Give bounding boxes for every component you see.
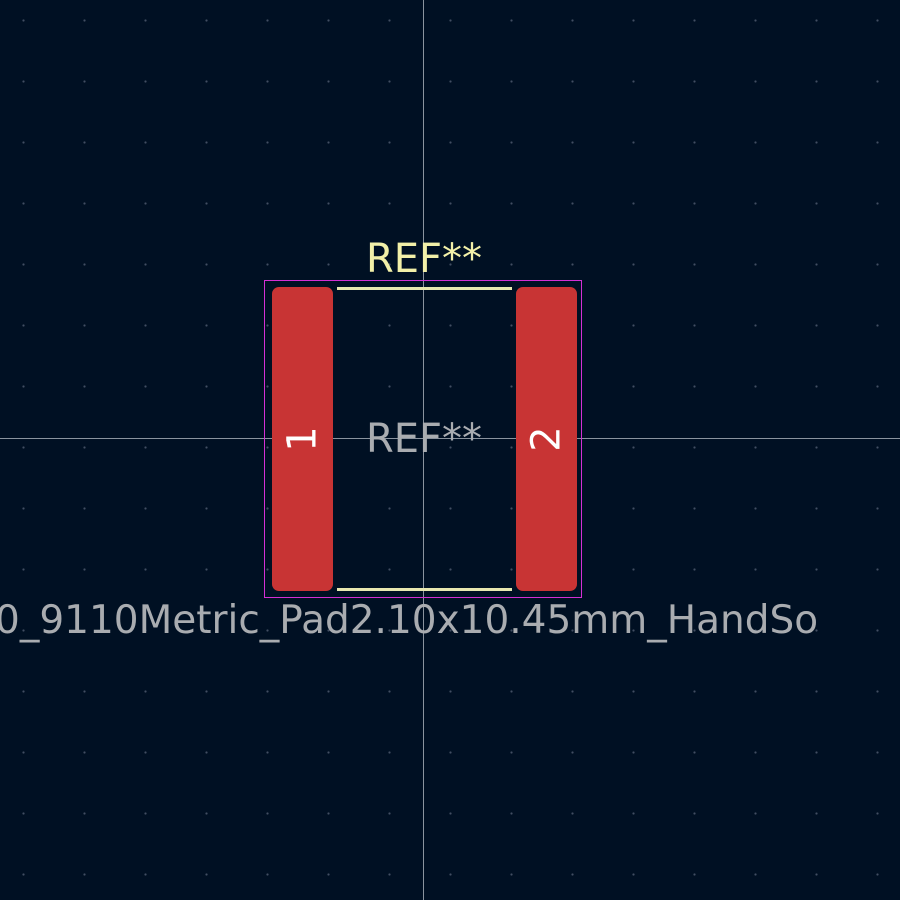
pad-number-2: 2 [523,426,570,452]
pcb-canvas[interactable]: 1 2 REF** REF** 0_9110Metric_Pad2.10x10.… [0,0,900,900]
reference-designator-fab[interactable]: REF** [324,414,524,464]
pad-2[interactable]: 2 [516,287,577,591]
silkscreen-line-top[interactable] [337,287,512,290]
footprint-value-text[interactable]: 0_9110Metric_Pad2.10x10.45mm_HandSo [0,594,900,648]
silkscreen-line-bottom[interactable] [337,588,512,591]
pad-number-1: 1 [279,426,326,452]
footprint-value-label: 0_9110Metric_Pad2.10x10.45mm_HandSo [0,598,819,643]
reference-designator-silkscreen[interactable]: REF** [324,234,524,284]
